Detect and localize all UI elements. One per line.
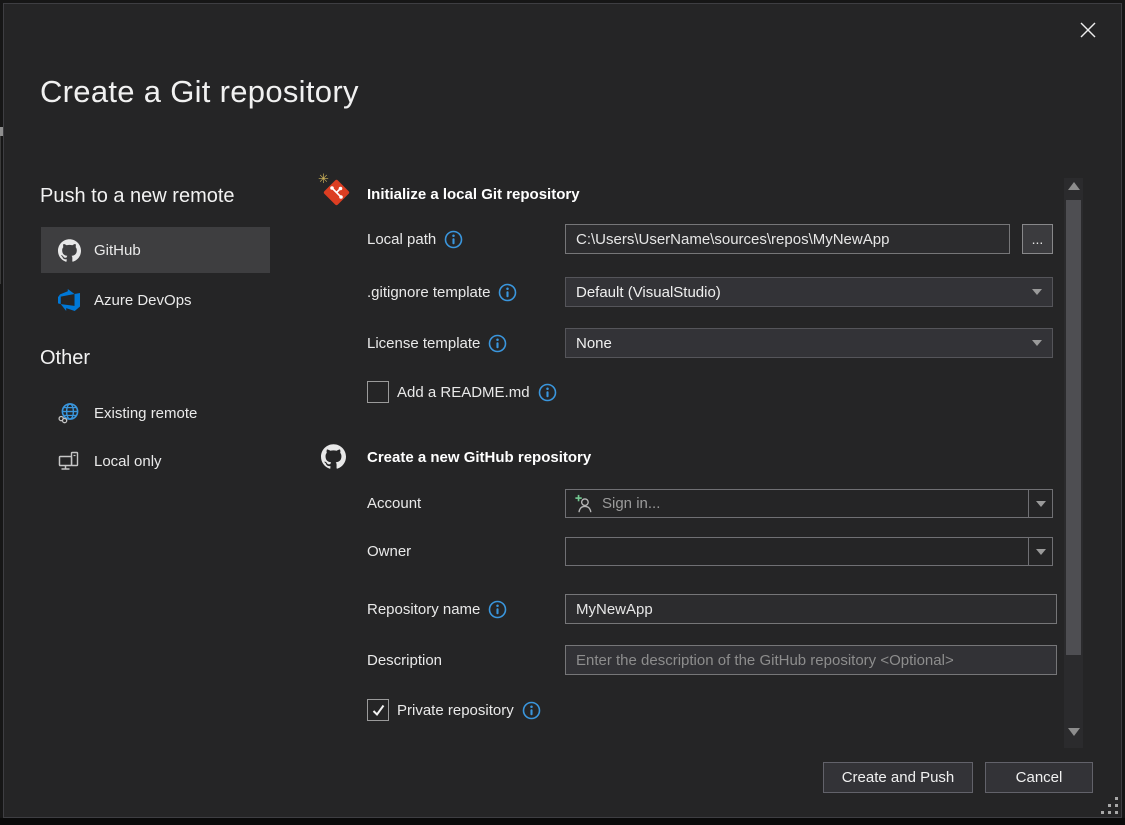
push-to-new-remote-heading: Push to a new remote bbox=[40, 185, 235, 208]
resize-grip[interactable] bbox=[1101, 797, 1121, 817]
repository-name-label: Repository name bbox=[367, 601, 480, 618]
local-path-label: Local path bbox=[367, 231, 436, 248]
other-heading: Other bbox=[40, 347, 90, 370]
sign-in-person-icon bbox=[574, 494, 594, 514]
license-template-select[interactable]: None bbox=[565, 328, 1053, 358]
readme-checkbox[interactable] bbox=[367, 381, 389, 403]
repository-name-input[interactable] bbox=[565, 594, 1057, 624]
sidebar-item-label: Azure DevOps bbox=[94, 292, 192, 309]
license-selected-value: None bbox=[576, 335, 1032, 352]
account-combobox[interactable]: Sign in... bbox=[565, 489, 1053, 518]
private-repo-row: Private repository bbox=[367, 699, 541, 721]
page-title: Create a Git repository bbox=[40, 74, 359, 110]
scrollbar-thumb[interactable] bbox=[1066, 200, 1081, 655]
repo-name-label-row: Repository name bbox=[367, 594, 507, 624]
description-label: Description bbox=[367, 652, 442, 669]
scroll-down-icon bbox=[1068, 728, 1080, 736]
screenshot-root: Create a Git repository Push to a new re… bbox=[0, 0, 1125, 825]
window-bottom-edge bbox=[0, 818, 1125, 825]
close-icon bbox=[1078, 20, 1098, 40]
description-label-row: Description bbox=[367, 645, 442, 675]
account-label-row: Account bbox=[367, 489, 421, 518]
sidebar-item-label: Local only bbox=[94, 453, 162, 470]
globe-remote-icon bbox=[57, 401, 81, 425]
info-icon[interactable] bbox=[538, 383, 557, 402]
local-path-input[interactable] bbox=[565, 224, 1010, 254]
create-and-push-button[interactable]: Create and Push bbox=[823, 762, 973, 793]
sidebar-item-github[interactable]: GitHub bbox=[41, 227, 270, 273]
chevron-down-icon bbox=[1032, 289, 1042, 295]
browse-button[interactable]: ... bbox=[1022, 224, 1053, 254]
gitignore-selected-value: Default (VisualStudio) bbox=[576, 284, 1032, 301]
scroll-up-icon bbox=[1068, 182, 1080, 190]
local-path-label-row: Local path bbox=[367, 224, 463, 254]
private-repository-label: Private repository bbox=[397, 702, 514, 719]
azure-devops-icon bbox=[57, 288, 81, 312]
chevron-down-icon bbox=[1036, 501, 1046, 507]
gitignore-template-select[interactable]: Default (VisualStudio) bbox=[565, 277, 1053, 307]
computer-icon bbox=[57, 449, 81, 473]
init-section-title: Initialize a local Git repository bbox=[367, 186, 580, 203]
sidebar-item-local-only[interactable]: Local only bbox=[41, 442, 270, 480]
github-section-title: Create a new GitHub repository bbox=[367, 449, 591, 466]
owner-label-row: Owner bbox=[367, 537, 411, 566]
checkmark-icon bbox=[371, 703, 386, 718]
account-dropdown-button[interactable] bbox=[1028, 490, 1052, 517]
left-edge-line bbox=[0, 136, 1, 284]
license-template-label: License template bbox=[367, 335, 480, 352]
owner-dropdown-button[interactable] bbox=[1028, 538, 1052, 565]
scroll-up-button[interactable] bbox=[1064, 178, 1083, 194]
info-icon[interactable] bbox=[498, 283, 517, 302]
readme-row: Add a README.md bbox=[367, 381, 557, 403]
info-icon[interactable] bbox=[488, 334, 507, 353]
gitignore-label-row: .gitignore template bbox=[367, 277, 517, 307]
cancel-button[interactable]: Cancel bbox=[985, 762, 1093, 793]
private-repository-checkbox[interactable] bbox=[367, 699, 389, 721]
gitignore-template-label: .gitignore template bbox=[367, 284, 490, 301]
info-icon[interactable] bbox=[444, 230, 463, 249]
sidebar-item-existing-remote[interactable]: Existing remote bbox=[41, 394, 270, 432]
github-icon bbox=[57, 238, 81, 262]
account-label: Account bbox=[367, 495, 421, 512]
sidebar-item-label: Existing remote bbox=[94, 405, 197, 422]
git-new-repo-icon: ✳ bbox=[322, 178, 352, 208]
sidebar-item-azure-devops[interactable]: Azure DevOps bbox=[41, 281, 270, 319]
chevron-down-icon bbox=[1032, 340, 1042, 346]
new-sparkle-icon: ✳ bbox=[318, 171, 329, 187]
scroll-down-button[interactable] bbox=[1064, 724, 1083, 740]
chevron-down-icon bbox=[1036, 549, 1046, 555]
account-value: Sign in... bbox=[602, 495, 660, 512]
license-label-row: License template bbox=[367, 328, 507, 358]
sidebar-item-label: GitHub bbox=[94, 242, 141, 259]
readme-label: Add a README.md bbox=[397, 384, 530, 401]
owner-label: Owner bbox=[367, 543, 411, 560]
owner-combobox[interactable] bbox=[565, 537, 1053, 566]
info-icon[interactable] bbox=[522, 701, 541, 720]
vertical-scrollbar[interactable] bbox=[1064, 178, 1083, 748]
github-icon bbox=[321, 444, 347, 470]
left-edge-artifact bbox=[0, 127, 3, 136]
info-icon[interactable] bbox=[488, 600, 507, 619]
description-input[interactable] bbox=[565, 645, 1057, 675]
close-button[interactable] bbox=[1075, 17, 1101, 43]
